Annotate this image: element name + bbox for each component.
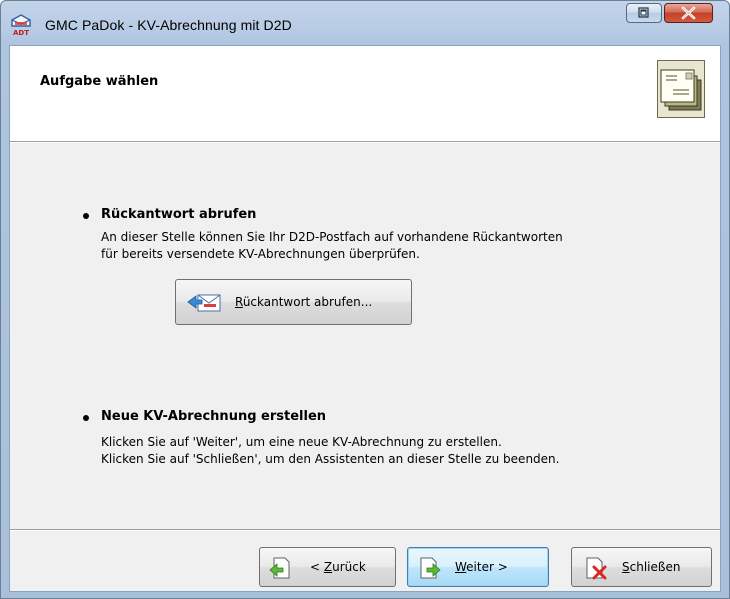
header-divider <box>10 142 720 143</box>
section-response-title: Rückantwort abrufen <box>101 207 257 222</box>
fetch-response-rest: ückantwort abrufen... <box>242 295 373 309</box>
page-title: Aufgabe wählen <box>40 74 159 89</box>
bullet-new <box>83 415 89 421</box>
fetch-response-label: Rückantwort abrufen... <box>235 295 372 309</box>
restore-icon <box>638 7 649 18</box>
back-button[interactable]: < Zurück <box>259 547 396 587</box>
back-prefix: < <box>310 560 324 574</box>
next-accel: W <box>455 560 467 574</box>
next-button[interactable]: Weiter > <box>407 547 549 587</box>
title-bar[interactable]: ADT GMC PaDok - KV-Abrechnung mit D2D <box>1 1 729 45</box>
close-wizard-button[interactable]: Schließen <box>571 547 712 587</box>
window-title: GMC PaDok - KV-Abrechnung mit D2D <box>45 17 292 33</box>
footer-divider-highlight <box>10 530 720 531</box>
close-wizard-accel: S <box>622 560 630 574</box>
envelope-stack-icon <box>657 60 705 118</box>
close-wizard-rest: chließen <box>629 560 681 574</box>
next-rest: eiter > <box>466 560 508 574</box>
restore-button[interactable] <box>626 3 662 23</box>
section-response-text-2: für bereits versendete KV-Abrechnungen ü… <box>101 247 420 261</box>
fetch-response-accel: R <box>235 295 243 309</box>
wizard-window: ADT GMC PaDok - KV-Abrechnung mit D2D Au… <box>0 0 730 599</box>
next-label: Weiter > <box>455 560 508 574</box>
back-accel: Z <box>323 560 333 574</box>
close-icon <box>681 6 696 20</box>
section-response-text-1: An dieser Stelle können Sie Ihr D2D-Post… <box>101 230 563 244</box>
app-icon-badge: ADT <box>13 29 29 37</box>
fetch-response-button[interactable]: Rückantwort abrufen... <box>175 279 412 325</box>
arrow-right-icon <box>420 557 441 579</box>
back-rest: urück <box>332 560 366 574</box>
bullet-response <box>83 213 89 219</box>
cancel-x-icon <box>586 557 607 580</box>
section-new-title: Neue KV-Abrechnung erstellen <box>101 409 327 424</box>
dialog-client-area: Aufgabe wählen Rückantwort abrufen An di… <box>9 45 721 592</box>
app-icon: ADT <box>11 14 31 37</box>
section-new-text-1: Klicken Sie auf 'Weiter', um eine neue K… <box>101 435 502 449</box>
close-wizard-label: Schließen <box>622 560 680 574</box>
section-new-text-2: Klicken Sie auf 'Schließen', um den Assi… <box>101 452 560 466</box>
mail-arrow-left-icon <box>187 294 221 312</box>
wizard-header: Aufgabe wählen <box>10 46 720 142</box>
close-button[interactable] <box>664 3 713 23</box>
arrow-left-icon <box>269 557 290 579</box>
back-label: < Zurück <box>310 560 366 574</box>
